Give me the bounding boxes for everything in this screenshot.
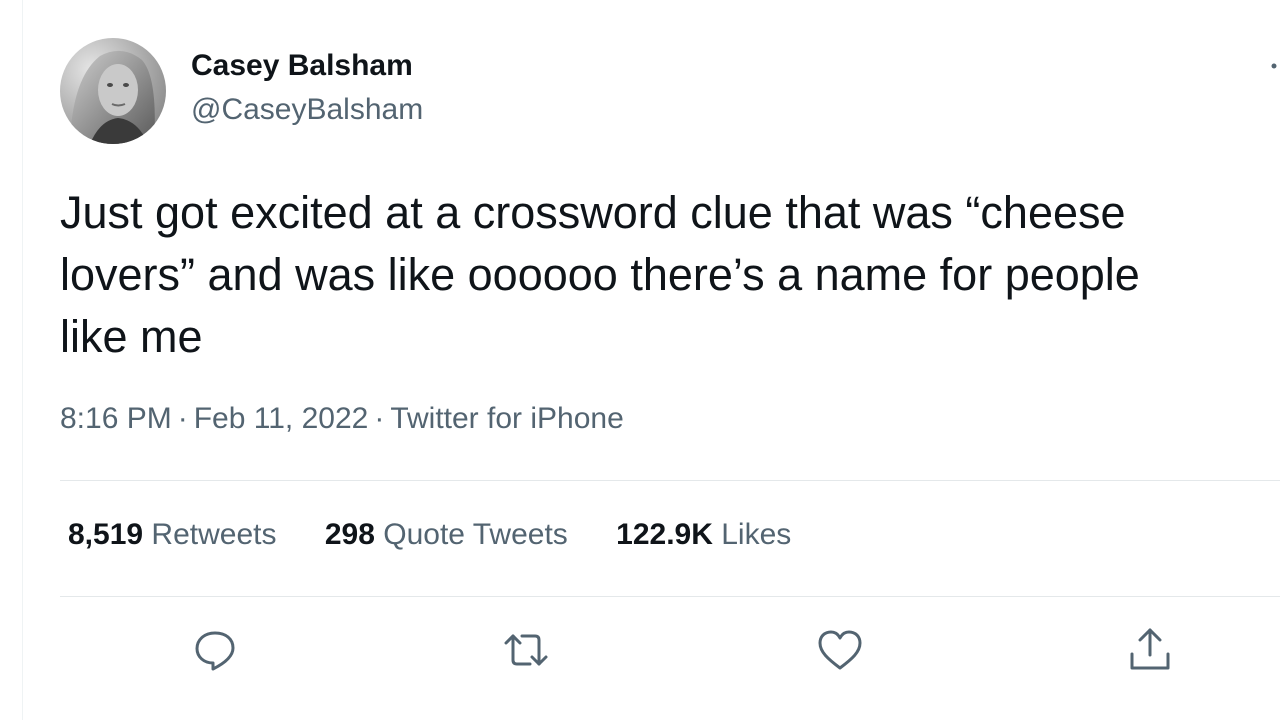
heart-icon: [818, 630, 862, 670]
tweet-date[interactable]: Feb 11, 2022: [194, 402, 369, 435]
tweet-container: Casey Balsham @CaseyBalsham Just got exc…: [0, 0, 1280, 720]
retweet-icon: [504, 634, 548, 666]
tweet-time[interactable]: 8:16 PM: [60, 402, 172, 435]
engagement-stats: 8,519 Retweets 298 Quote Tweets 122.9K L…: [68, 518, 831, 552]
meta-separator: ·: [177, 402, 188, 435]
likes-count: 122.9K: [616, 518, 713, 551]
likes-stat[interactable]: 122.9K Likes: [616, 518, 791, 552]
tweet-metadata: 8:16 PM · Feb 11, 2022 · Twitter for iPhone: [60, 402, 624, 436]
share-button[interactable]: [1124, 624, 1176, 676]
reply-icon: [195, 631, 235, 671]
tweet-text-line: lovers” and was like oooooo there’s a na…: [60, 249, 1140, 300]
quote-tweets-count: 298: [324, 518, 375, 551]
tweet-text: Just got excited at a crossword clue tha…: [60, 182, 1280, 368]
like-button[interactable]: [814, 624, 866, 676]
share-icon: [1130, 628, 1170, 670]
more-icon[interactable]: [1262, 56, 1280, 76]
tweet-text-line: like me: [60, 311, 203, 362]
likes-label: Likes: [721, 518, 792, 551]
quote-tweets-label: Quote Tweets: [383, 518, 568, 551]
timeline-border: [22, 0, 23, 720]
tweet-text-line: Just got excited at a crossword clue tha…: [60, 187, 1126, 238]
tweet-source[interactable]: Twitter for iPhone: [390, 402, 623, 435]
retweets-label: Retweets: [151, 518, 277, 551]
display-name[interactable]: Casey Balsham: [191, 49, 413, 83]
user-handle[interactable]: @CaseyBalsham: [191, 93, 423, 127]
avatar[interactable]: [60, 38, 166, 144]
retweet-button[interactable]: [500, 624, 552, 676]
reply-button[interactable]: [189, 624, 241, 676]
divider: [60, 480, 1280, 481]
retweets-stat[interactable]: 8,519 Retweets: [68, 518, 276, 552]
retweets-count: 8,519: [68, 518, 144, 551]
meta-separator: ·: [374, 402, 385, 435]
divider: [60, 596, 1280, 597]
quote-tweets-stat[interactable]: 298 Quote Tweets: [325, 518, 568, 552]
